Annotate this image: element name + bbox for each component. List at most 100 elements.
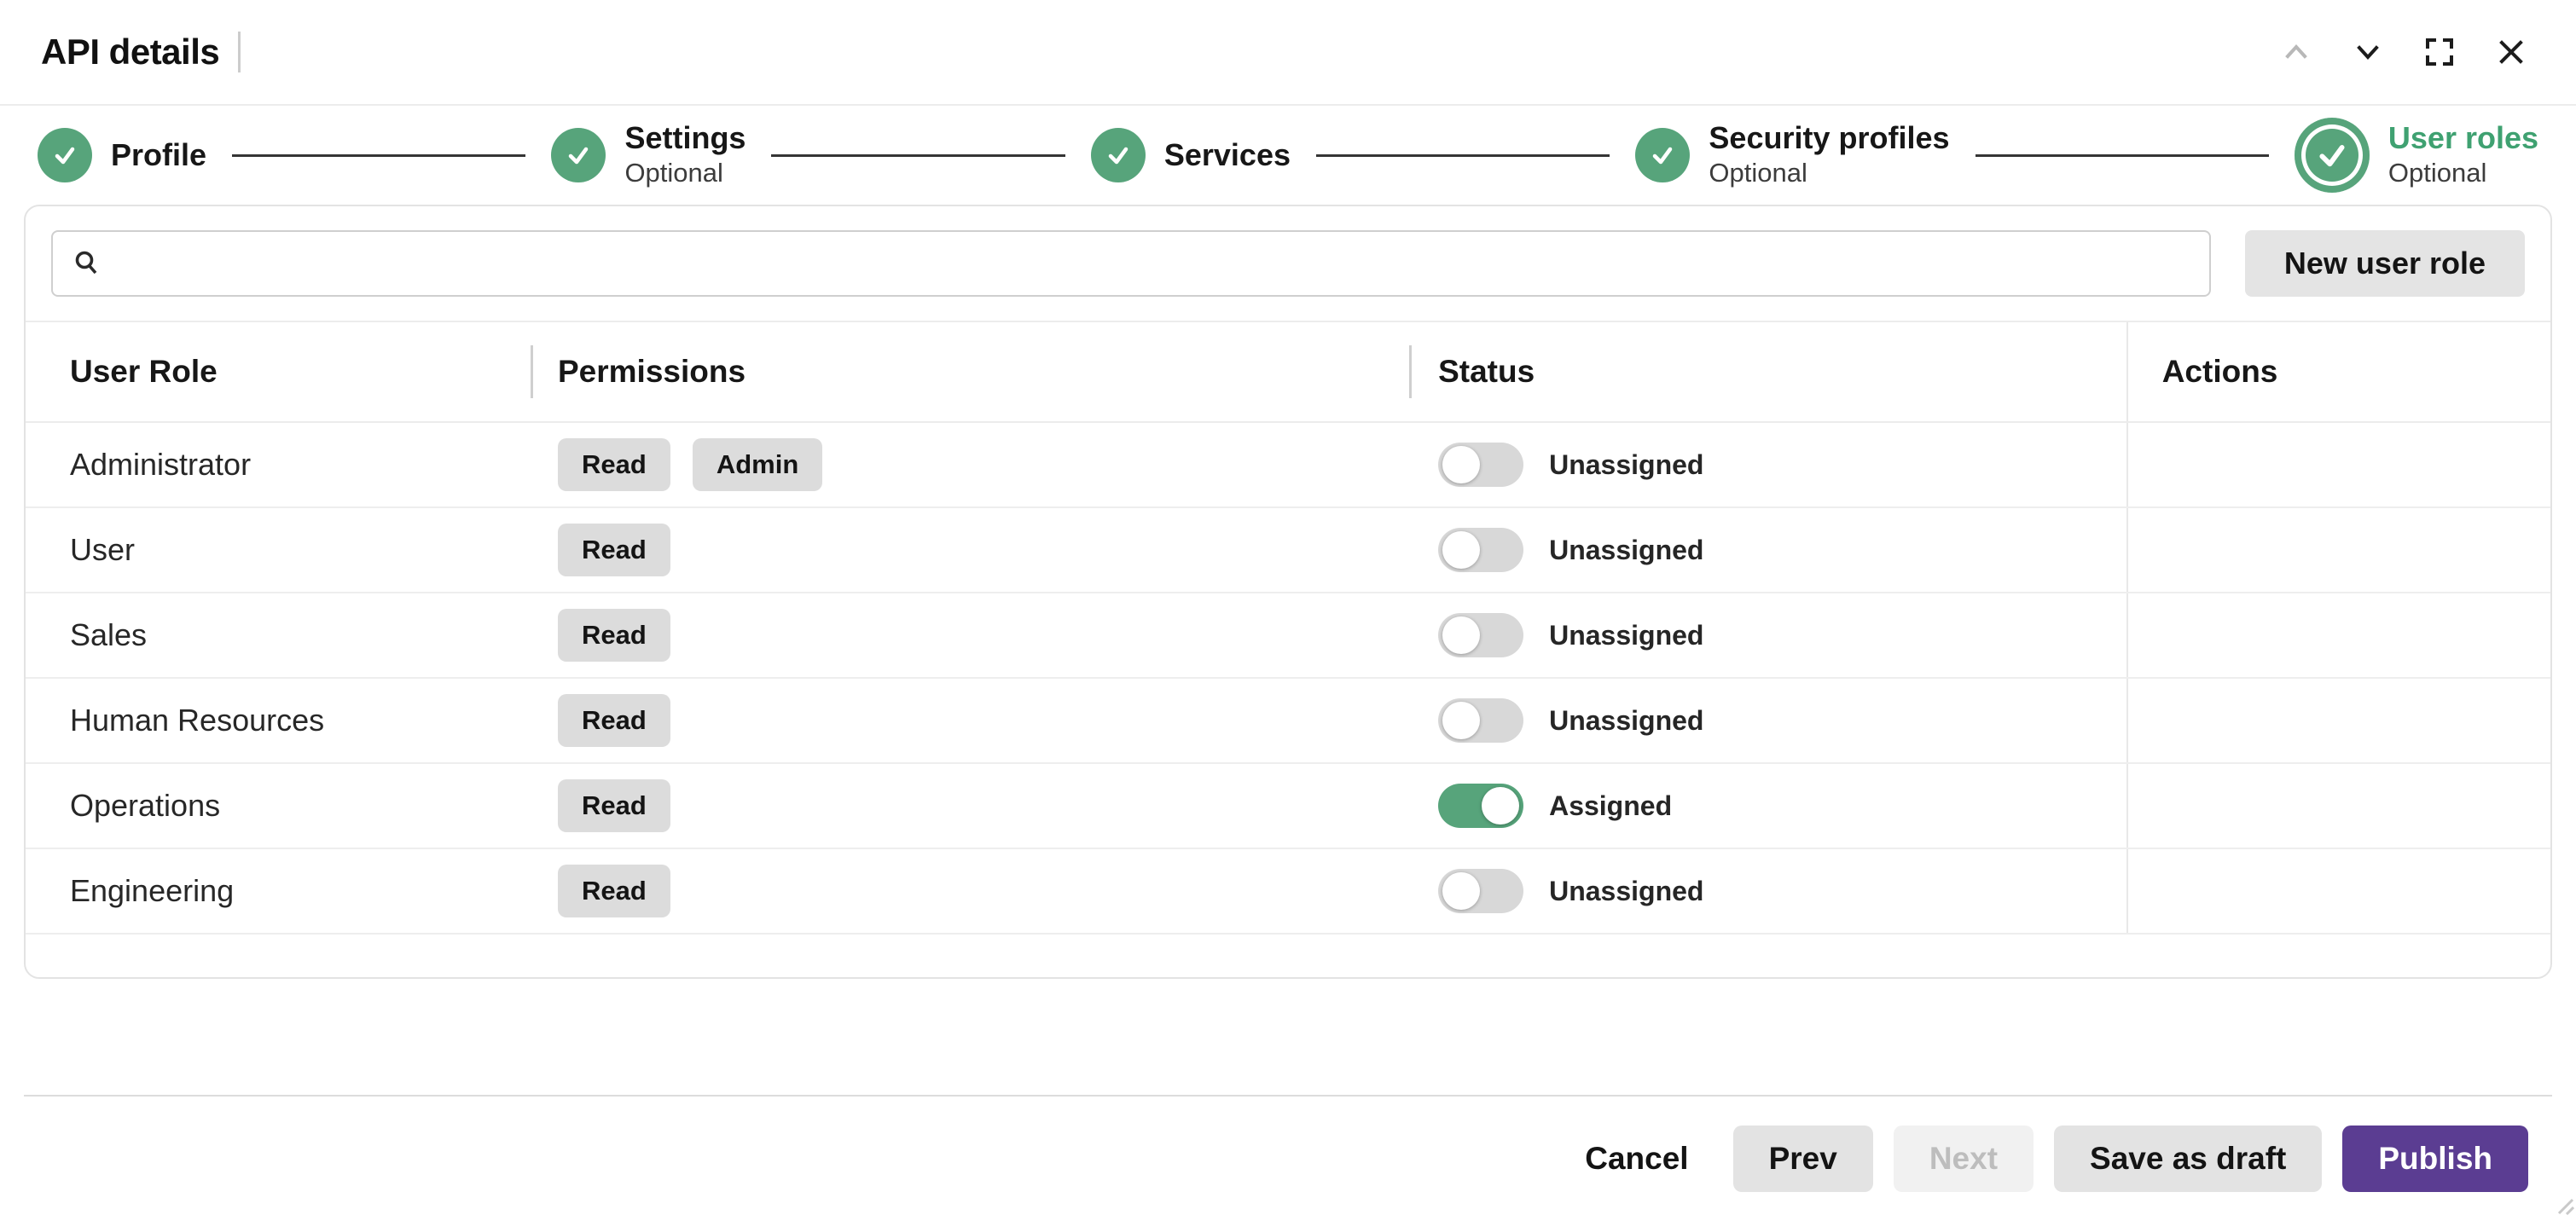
- user-role-name: Human Resources: [26, 679, 531, 762]
- status-label: Unassigned: [1549, 620, 1703, 651]
- status-cell: Unassigned: [1409, 849, 2126, 933]
- user-roles-table: User Role Permissions Status Actions Adm…: [26, 321, 2550, 935]
- toggle-knob: [1442, 616, 1480, 654]
- permission-chip-read: Read: [558, 694, 670, 747]
- user-role-name: Sales: [26, 593, 531, 677]
- status-label: Unassigned: [1549, 705, 1703, 737]
- fullscreen-icon[interactable]: [2416, 28, 2463, 76]
- actions-cell: [2126, 423, 2550, 506]
- assign-toggle[interactable]: [1438, 443, 1523, 487]
- actions-cell: [2126, 764, 2550, 848]
- step-label: Profile: [111, 137, 206, 172]
- status-cell: Unassigned: [1409, 508, 2126, 592]
- table-row: Sales Read Unassigned: [26, 593, 2550, 679]
- assign-toggle[interactable]: [1438, 613, 1523, 657]
- stepper-step-user-roles[interactable]: User roles Optional: [2295, 118, 2538, 193]
- actions-cell: [2126, 679, 2550, 762]
- column-header-status: Status: [1409, 322, 2126, 421]
- step-check-icon: [1091, 128, 1146, 182]
- table-row: Operations Read Assigned: [26, 764, 2550, 849]
- user-role-name: Operations: [26, 764, 531, 848]
- step-check-icon: [38, 128, 92, 182]
- status-label: Unassigned: [1549, 876, 1703, 907]
- stepper: Profile Settings Optional Services Secur…: [0, 106, 2576, 205]
- permission-chip-read: Read: [558, 524, 670, 576]
- assign-toggle[interactable]: [1438, 869, 1523, 913]
- status-label: Assigned: [1549, 790, 1672, 822]
- stepper-step-security-profiles[interactable]: Security profiles Optional: [1635, 120, 1949, 190]
- step-sublabel: Optional: [1709, 157, 1949, 190]
- user-role-name: Engineering: [26, 849, 531, 933]
- table-row: Administrator Read Admin Unassigned: [26, 423, 2550, 508]
- window-title: API details: [41, 32, 219, 72]
- column-header-actions: Actions: [2126, 322, 2550, 421]
- chevron-down-icon[interactable]: [2344, 28, 2392, 76]
- close-icon[interactable]: [2487, 28, 2535, 76]
- toggle-knob: [1482, 787, 1519, 825]
- api-details-dialog: { "window": { "title": "API details", "c…: [0, 0, 2576, 1221]
- table-row: User Read Unassigned: [26, 508, 2550, 593]
- table-header-row: User Role Permissions Status Actions: [26, 322, 2550, 423]
- user-roles-panel: New user role User Role Permissions Stat…: [24, 205, 2552, 979]
- new-user-role-button[interactable]: New user role: [2245, 230, 2525, 297]
- stepper-step-services[interactable]: Services: [1091, 128, 1291, 182]
- cancel-button[interactable]: Cancel: [1561, 1126, 1712, 1192]
- table-row: Engineering Read Unassigned: [26, 849, 2550, 935]
- chevron-up-icon[interactable]: [2272, 28, 2320, 76]
- card-bottom-padding: [26, 935, 2550, 977]
- user-role-name: User: [26, 508, 531, 592]
- toggle-knob: [1442, 531, 1480, 569]
- step-label: Settings: [624, 120, 746, 155]
- permission-chip-read: Read: [558, 865, 670, 917]
- step-connector: [771, 154, 1065, 157]
- step-sublabel: Optional: [624, 157, 746, 190]
- actions-cell: [2126, 508, 2550, 592]
- title-caret: [238, 32, 241, 72]
- step-label: User roles: [2388, 120, 2538, 155]
- actions-cell: [2126, 849, 2550, 933]
- permission-chip-admin: Admin: [693, 438, 822, 491]
- step-label: Services: [1164, 137, 1291, 172]
- permission-chip-read: Read: [558, 438, 670, 491]
- window-titlebar: API details: [0, 0, 2576, 106]
- search-box: [51, 230, 2211, 297]
- permission-chip-read: Read: [558, 609, 670, 662]
- permissions-cell: Read Admin: [531, 423, 1409, 506]
- stepper-step-profile[interactable]: Profile: [38, 128, 206, 182]
- status-cell: Unassigned: [1409, 423, 2126, 506]
- stepper-step-settings[interactable]: Settings Optional: [551, 120, 746, 190]
- permission-chip-read: Read: [558, 779, 670, 832]
- user-role-name: Administrator: [26, 423, 531, 506]
- table-body: Administrator Read Admin Unassigned User …: [26, 423, 2550, 935]
- column-header-user-role: User Role: [26, 322, 531, 421]
- resize-grip-icon[interactable]: [2550, 1191, 2574, 1219]
- permissions-cell: Read: [531, 764, 1409, 848]
- status-cell: Unassigned: [1409, 679, 2126, 762]
- assign-toggle[interactable]: [1438, 784, 1523, 828]
- status-cell: Unassigned: [1409, 593, 2126, 677]
- search-input[interactable]: [118, 232, 2190, 295]
- toolbar: New user role: [26, 206, 2550, 321]
- actions-cell: [2126, 593, 2550, 677]
- toggle-knob: [1442, 872, 1480, 910]
- next-button[interactable]: Next: [1894, 1126, 2034, 1192]
- search-icon: [72, 248, 102, 279]
- status-label: Unassigned: [1549, 449, 1703, 481]
- assign-toggle[interactable]: [1438, 528, 1523, 572]
- column-header-permissions: Permissions: [531, 322, 1409, 421]
- step-connector: [1976, 154, 2269, 157]
- window-controls: [2272, 28, 2535, 76]
- permissions-cell: Read: [531, 679, 1409, 762]
- step-sublabel: Optional: [2388, 157, 2538, 190]
- step-label: Security profiles: [1709, 120, 1949, 155]
- save-as-draft-button[interactable]: Save as draft: [2054, 1126, 2322, 1192]
- assign-toggle[interactable]: [1438, 698, 1523, 743]
- step-connector: [232, 154, 525, 157]
- permissions-cell: Read: [531, 508, 1409, 592]
- publish-button[interactable]: Publish: [2342, 1126, 2528, 1192]
- prev-button[interactable]: Prev: [1733, 1126, 1873, 1192]
- toggle-knob: [1442, 702, 1480, 739]
- step-check-icon: [1635, 128, 1690, 182]
- status-label: Unassigned: [1549, 535, 1703, 566]
- permissions-cell: Read: [531, 849, 1409, 933]
